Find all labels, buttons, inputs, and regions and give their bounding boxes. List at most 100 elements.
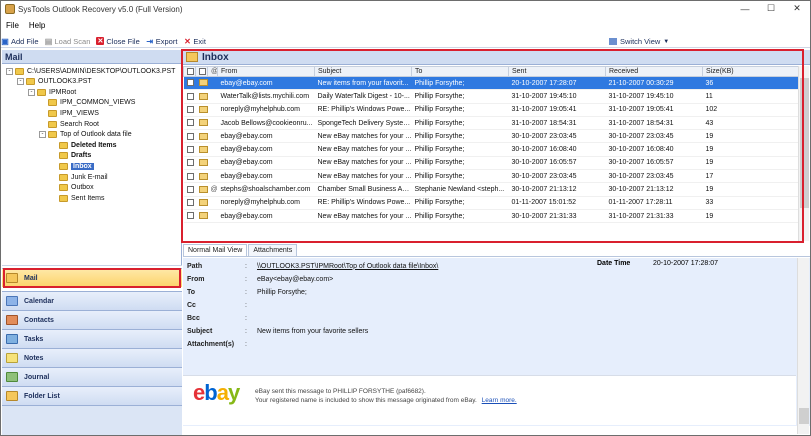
journal-icon bbox=[6, 372, 18, 382]
menu-help[interactable]: Help bbox=[24, 21, 50, 30]
nav-contacts[interactable]: Contacts bbox=[2, 310, 182, 329]
tree-item-label: IPM_VIEWS bbox=[60, 109, 99, 117]
learn-more-link[interactable]: Learn more. bbox=[482, 397, 517, 404]
collapse-toggle-icon[interactable]: - bbox=[39, 131, 46, 139]
export-icon: ⇥ bbox=[146, 36, 154, 46]
cc-row: Cc : bbox=[187, 299, 257, 311]
load-scan-button[interactable]: ▤ Load Scan bbox=[45, 37, 91, 46]
datetime-value: 20-10-2007 17:28:07 bbox=[653, 260, 718, 267]
switch-view-button[interactable]: Switch View ▼ bbox=[609, 35, 669, 48]
nav-footer bbox=[2, 405, 182, 435]
nav-calendar[interactable]: Calendar bbox=[2, 291, 182, 310]
folder-icon bbox=[37, 88, 46, 96]
detail-scroll-thumb[interactable] bbox=[799, 408, 809, 424]
calendar-icon bbox=[6, 296, 18, 306]
datetime-label: Date Time bbox=[597, 260, 631, 267]
nav-folder-list[interactable]: Folder List bbox=[2, 386, 182, 405]
to-label: To bbox=[187, 288, 196, 296]
tree-item-label: Outbox bbox=[71, 184, 94, 192]
tree-item[interactable]: - Top of Outlook data file bbox=[39, 130, 132, 140]
nav-notes[interactable]: Notes bbox=[2, 348, 182, 367]
collapse-toggle-icon[interactable]: - bbox=[28, 88, 35, 96]
nav-folder-list-label: Folder List bbox=[24, 392, 60, 400]
close-file-button[interactable]: ✕ Close File bbox=[96, 36, 140, 46]
to-colon: : bbox=[245, 288, 247, 296]
cc-colon: : bbox=[245, 301, 247, 309]
tab-attachments[interactable]: Attachments bbox=[248, 244, 298, 256]
folder-icon bbox=[48, 131, 57, 139]
tree-item[interactable]: Sent Items bbox=[50, 193, 104, 203]
minimize-button[interactable]: — bbox=[732, 1, 758, 16]
registered-name-note: Your registered name is included to show… bbox=[255, 397, 477, 404]
tree-item[interactable]: Drafts bbox=[50, 151, 91, 161]
subject-label: Subject bbox=[187, 327, 213, 335]
mail-pane-header: Mail bbox=[2, 50, 181, 64]
tree-item[interactable]: IPM_VIEWS bbox=[39, 108, 99, 118]
nav-contacts-label: Contacts bbox=[24, 316, 54, 324]
nav-calendar-label: Calendar bbox=[24, 297, 54, 305]
nav-tasks[interactable]: Tasks bbox=[2, 329, 182, 348]
from-label: From bbox=[187, 275, 205, 283]
export-label: Export bbox=[155, 36, 178, 46]
tree-item[interactable]: - IPMRoot bbox=[28, 87, 76, 97]
add-file-button[interactable]: ▣ Add File bbox=[1, 36, 39, 46]
tasks-icon bbox=[6, 334, 18, 344]
tree-item[interactable]: Junk E-mail bbox=[50, 172, 108, 182]
folder-icon bbox=[59, 141, 68, 149]
path-label: Path bbox=[187, 262, 203, 270]
menu-file[interactable]: File bbox=[1, 21, 24, 30]
tree-item[interactable]: IPM_COMMON_VIEWS bbox=[39, 98, 135, 108]
exit-button[interactable]: ✕ Exit bbox=[183, 37, 206, 46]
path-row: Path : \\OUTLOOK3.PST\IPMRoot\Top of Out… bbox=[187, 260, 438, 272]
app-icon bbox=[5, 4, 15, 14]
add-file-icon: ▣ bbox=[1, 36, 9, 46]
close-file-label: Close File bbox=[106, 36, 140, 46]
export-button[interactable]: ⇥ Export bbox=[146, 36, 178, 46]
close-file-icon: ✕ bbox=[96, 37, 105, 45]
window-controls: — ☐ ✕ bbox=[732, 1, 810, 16]
from-colon: : bbox=[245, 275, 247, 283]
path-colon: : bbox=[245, 262, 247, 270]
ebay-notice-2: Your registered name is included to show… bbox=[255, 397, 517, 404]
tree-item[interactable]: Deleted Items bbox=[50, 140, 117, 150]
app-window: SysTools Outlook Recovery v5.0 (Full Ver… bbox=[0, 0, 811, 436]
exit-icon: ✕ bbox=[184, 36, 191, 46]
tree-item-label: Deleted Items bbox=[71, 141, 117, 149]
menu-bar: File Help bbox=[1, 18, 810, 32]
highlight-mail-nav bbox=[3, 268, 181, 288]
from-value: eBay<ebay@ebay.com> bbox=[257, 275, 334, 283]
folder-icon bbox=[59, 173, 68, 181]
load-scan-icon: ▤ bbox=[44, 36, 53, 46]
tree-item-label: IPMRoot bbox=[49, 88, 77, 96]
close-window-button[interactable]: ✕ bbox=[784, 1, 810, 16]
ebay-logo: ebay bbox=[193, 380, 240, 405]
tree-item[interactable]: Inbox bbox=[50, 161, 94, 171]
tree-item[interactable]: - C:\USERS\ADMIN\DESKTOP\OUTLOOK3.PST bbox=[6, 66, 175, 76]
collapse-toggle-icon[interactable]: - bbox=[6, 67, 13, 75]
tree-item-label: Inbox bbox=[71, 162, 94, 170]
tree-item-label: OUTLOOK3.PST bbox=[38, 78, 92, 86]
bcc-row: Bcc : bbox=[187, 312, 257, 324]
tree-item[interactable]: Outbox bbox=[50, 183, 94, 193]
tree-item-label: Junk E-mail bbox=[71, 173, 108, 181]
nav-journal[interactable]: Journal bbox=[2, 367, 182, 386]
attachments-label: Attachment(s) bbox=[187, 340, 235, 348]
nav-journal-label: Journal bbox=[24, 373, 50, 381]
tree-item-label: C:\USERS\ADMIN\DESKTOP\OUTLOOK3.PST bbox=[27, 67, 176, 75]
tree-item-label: Drafts bbox=[71, 152, 92, 160]
add-file-label: Add File bbox=[11, 36, 39, 46]
view-tabs: Normal Mail View Attachments bbox=[183, 243, 810, 257]
folder-icon bbox=[59, 194, 68, 202]
path-link[interactable]: \\OUTLOOK3.PST\IPMRoot\Top of Outlook da… bbox=[257, 263, 438, 270]
tree-item[interactable]: Search Root bbox=[39, 119, 99, 129]
maximize-button[interactable]: ☐ bbox=[758, 1, 784, 16]
nav-tasks-label: Tasks bbox=[24, 335, 44, 343]
window-title: SysTools Outlook Recovery v5.0 (Full Ver… bbox=[18, 4, 183, 14]
tree-item[interactable]: - OUTLOOK3.PST bbox=[17, 77, 92, 87]
folder-icon bbox=[48, 120, 57, 128]
detail-scrollbar[interactable] bbox=[797, 258, 809, 434]
collapse-toggle-icon[interactable]: - bbox=[17, 78, 24, 86]
tree-item-label: Sent Items bbox=[71, 194, 105, 202]
tab-normal-mail-view[interactable]: Normal Mail View bbox=[183, 244, 248, 256]
to-value: Phillip Forsythe; bbox=[257, 288, 307, 296]
